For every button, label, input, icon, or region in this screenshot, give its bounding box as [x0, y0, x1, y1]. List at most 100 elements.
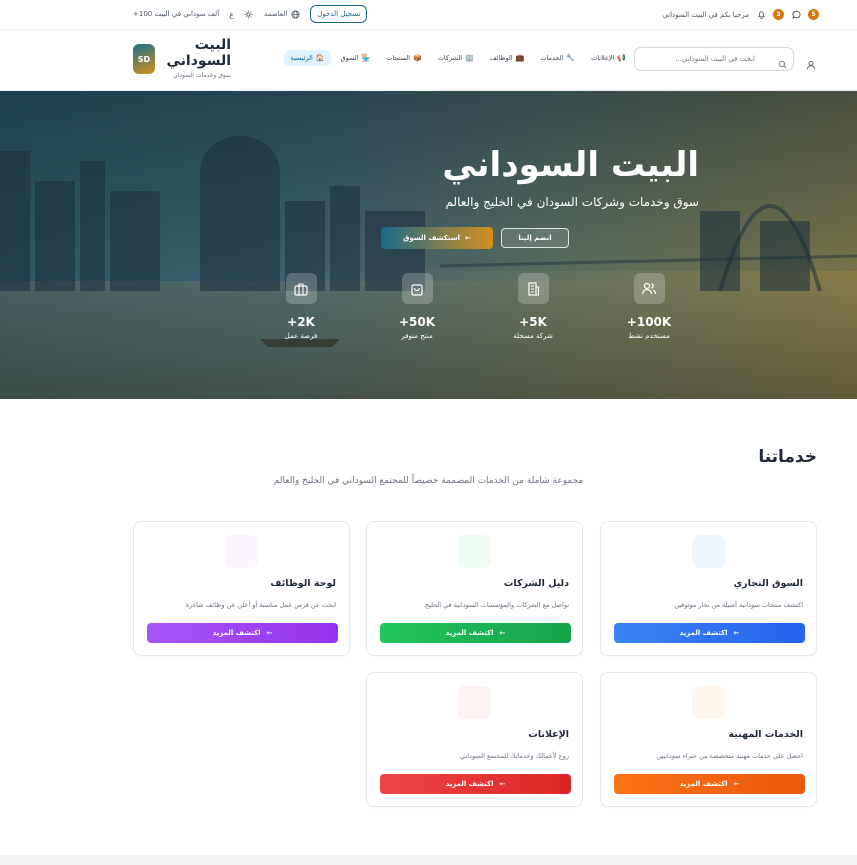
search-icon[interactable] [778, 54, 787, 73]
card-description: اكتشف منتجات سودانية أصيلة من تجار موثوق… [674, 601, 803, 609]
hero-section: البيت السوداني سوق وخدمات وشركات السودان… [0, 91, 857, 399]
stat-label: مستخدم نشط [628, 332, 670, 340]
bell-icon[interactable] [756, 10, 766, 20]
globe-icon [290, 9, 300, 19]
card-title: دليل الشركات [503, 578, 569, 589]
megaphone-icon [458, 686, 491, 719]
join-button[interactable]: انضم إلينا [501, 228, 569, 248]
stat-products: +50K منتج متوفر [377, 273, 457, 340]
discover-more-button[interactable]: اكتشف المزيد ← [147, 623, 338, 643]
nav-item-label: الخدمات [540, 54, 564, 62]
search-input[interactable] [635, 55, 755, 63]
store-icon [692, 535, 725, 568]
nav-item-ads[interactable]: 📢 الإعلانات [585, 50, 632, 66]
city-selector[interactable]: العاصمة [264, 9, 300, 19]
nav-item-label: المنتجات [386, 54, 411, 62]
brand-subtitle: سوق وخدمات السودان [173, 72, 231, 79]
arrow-left-icon: ← [733, 780, 740, 788]
users-icon [633, 273, 665, 304]
briefcase-icon [225, 535, 258, 568]
stat-label: شركة مسجلة [513, 332, 553, 340]
button-label: اكتشف المزيد [212, 629, 261, 637]
explore-label: استكشف السوق [403, 234, 461, 242]
nav-item-label: الرئيسية [290, 54, 313, 62]
arrow-left-icon: ← [733, 629, 740, 637]
services-title: خدماتنا [758, 447, 817, 467]
hero-subtitle: سوق وخدمات وشركات السودان في الخليج والع… [445, 195, 699, 209]
button-label: اكتشف المزيد [445, 629, 494, 637]
service-card-jobs: لوحة الوظائف ابحث عن فرص عمل مناسبة أو أ… [133, 521, 350, 656]
nav-item-companies[interactable]: 🏢 الشركات [432, 50, 480, 66]
card-description: ابحث عن فرص عمل مناسبة أو أعلن عن وظائف … [185, 601, 336, 609]
chat-icon[interactable] [791, 10, 801, 20]
stat-label: فرصة عمل [284, 332, 318, 340]
nav-item-label: الإعلانات [591, 54, 615, 62]
briefcase-icon [285, 273, 317, 304]
user-icon[interactable] [806, 55, 816, 74]
top-bar-right: 5 3 مرحبا بكم في البيت السوداني [662, 9, 819, 20]
discover-more-button[interactable]: اكتشف المزيد ← [614, 774, 805, 794]
megaphone-icon: 📢 [617, 54, 626, 62]
button-label: اكتشف المزيد [445, 780, 494, 788]
discover-more-button[interactable]: اكتشف المزيد ← [380, 774, 571, 794]
card-description: روج لأعمالك وخدماتك للمجتمع السوداني [460, 752, 569, 760]
building-icon [458, 535, 491, 568]
building-icon [517, 273, 549, 304]
explore-market-button[interactable]: استكشف السوق ← [381, 227, 493, 249]
welcome-text: مرحبا بكم في البيت السوداني [662, 10, 749, 19]
discover-more-button[interactable]: اكتشف المزيد ← [380, 623, 571, 643]
community-count-text: +100 ألف سوداني في البيت [133, 10, 220, 18]
stat-label: منتج متوفر [401, 332, 433, 340]
store-icon: 🏪 [361, 54, 371, 62]
arrow-left-icon: ← [465, 234, 471, 242]
briefcase-icon: 💼 [515, 54, 525, 62]
search-box[interactable] [634, 47, 794, 71]
stat-companies: +5K شركة مسجلة [493, 273, 573, 340]
card-title: لوحة الوظائف [270, 578, 336, 589]
main-nav: SD البيت السوداني سوق وخدمات السودان 📢 ال… [0, 31, 857, 91]
services-subtitle: مجموعة شاملة من الخدمات المصممة خصيصاً ل… [273, 476, 584, 486]
stat-number: +50K [398, 315, 436, 329]
wrench-icon [692, 686, 725, 719]
sun-icon[interactable] [244, 9, 254, 19]
card-title: السوق التجاري [733, 578, 803, 589]
city-label: العاصمة [263, 10, 288, 18]
nav-item-label: الشركات [437, 54, 463, 62]
logo-badge[interactable]: SD [133, 44, 155, 74]
service-card-market: السوق التجاري اكتشف منتجات سودانية أصيلة… [600, 521, 817, 656]
nav-item-jobs[interactable]: 💼 الوظائف [484, 50, 531, 66]
top-bar-left: +100 ألف سوداني في البيت ع العاصمة تسجيل… [133, 5, 368, 23]
card-description: احصل على خدمات مهنية متخصصة من خبراء سود… [656, 752, 803, 760]
nav-links: 📢 الإعلانات 🔧 الخدمات 💼 الوظائف 🏢 الشركات 📦 ا… [284, 50, 632, 66]
bag-icon [401, 273, 433, 304]
service-card-professional: الخدمات المهنية احصل على خدمات مهنية متخ… [600, 672, 817, 807]
login-button[interactable]: تسجيل الدخول [310, 5, 368, 23]
arrow-left-icon: ← [499, 780, 506, 788]
wrench-icon: 🔧 [566, 54, 576, 62]
card-description: تواصل مع الشركات والمؤسسات السودانية في … [424, 601, 569, 609]
nav-item-label: السوق [340, 54, 359, 62]
button-label: اكتشف المزيد [679, 780, 728, 788]
home-icon: 🏠 [315, 54, 325, 62]
card-title: الإعلانات [528, 729, 569, 740]
package-icon: 📦 [413, 54, 422, 62]
service-card-ads: الإعلانات روج لأعمالك وخدماتك للمجتمع ال… [366, 672, 583, 807]
service-card-companies: دليل الشركات تواصل مع الشركات والمؤسسات … [366, 521, 583, 656]
top-bar: 5 3 مرحبا بكم في البيت السوداني +100 ألف… [0, 0, 857, 30]
notification-count-badge[interactable]: 5 [808, 9, 819, 20]
nav-item-home[interactable]: 🏠 الرئيسية [284, 50, 331, 66]
building-icon: 🏢 [465, 54, 474, 62]
alert-count-badge[interactable]: 3 [773, 9, 784, 20]
nav-item-label: الوظائف [489, 54, 513, 62]
arrow-left-icon: ← [266, 629, 273, 637]
nav-item-market[interactable]: 🏪 السوق [335, 50, 377, 66]
hero-title: البيت السوداني [442, 145, 699, 185]
card-title: الخدمات المهنية [728, 729, 803, 740]
stat-number: +100K [626, 315, 672, 329]
discover-more-button[interactable]: اكتشف المزيد ← [614, 623, 805, 643]
language-toggle[interactable]: ع [229, 10, 234, 19]
nav-item-products[interactable]: 📦 المنتجات [380, 50, 427, 66]
button-label: اكتشف المزيد [679, 629, 728, 637]
nav-item-services[interactable]: 🔧 الخدمات [534, 50, 581, 66]
brand-title[interactable]: البيت السوداني [163, 37, 231, 69]
